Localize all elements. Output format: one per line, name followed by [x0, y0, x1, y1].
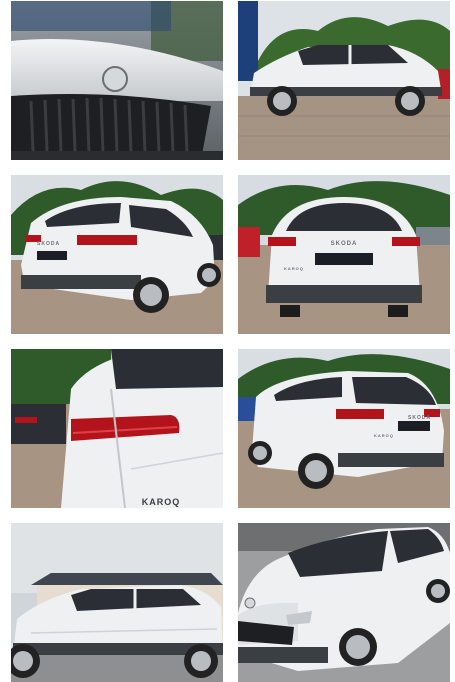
photo-taillight: KAROQ [11, 349, 223, 508]
model-badge-text: KAROQ [374, 433, 394, 438]
photo-side-profile [238, 1, 450, 160]
gallery-photo-rear-straight[interactable]: SKODA KAROQ [238, 175, 450, 334]
rear-badge-text: SKODA [408, 415, 431, 421]
photo-rear-right: SKODA KAROQ [238, 349, 450, 508]
gallery-photo-front-grille[interactable] [11, 1, 223, 160]
gallery-photo-side-profile[interactable] [238, 1, 450, 160]
photo-gallery: SKODA SKODA KAROQ KAROQ SKODA KAROQ [0, 0, 455, 682]
gallery-photo-front-left[interactable] [238, 523, 450, 682]
photo-front-left [238, 523, 450, 682]
photo-rear-left: SKODA [11, 175, 223, 334]
gallery-photo-rear-left[interactable]: SKODA [11, 175, 223, 334]
rear-badge-text: SKODA [331, 241, 358, 247]
rear-badge-text: SKODA [37, 241, 60, 247]
gallery-photo-taillight[interactable]: KAROQ [11, 349, 223, 508]
gallery-photo-rear-right[interactable]: SKODA KAROQ [238, 349, 450, 508]
model-badge-text: KAROQ [142, 497, 181, 507]
photo-side-building [11, 523, 223, 682]
photo-rear-straight: SKODA KAROQ [238, 175, 450, 334]
photo-front-grille [11, 1, 223, 160]
model-badge-text: KAROQ [284, 266, 304, 271]
gallery-photo-side-building[interactable] [11, 523, 223, 682]
